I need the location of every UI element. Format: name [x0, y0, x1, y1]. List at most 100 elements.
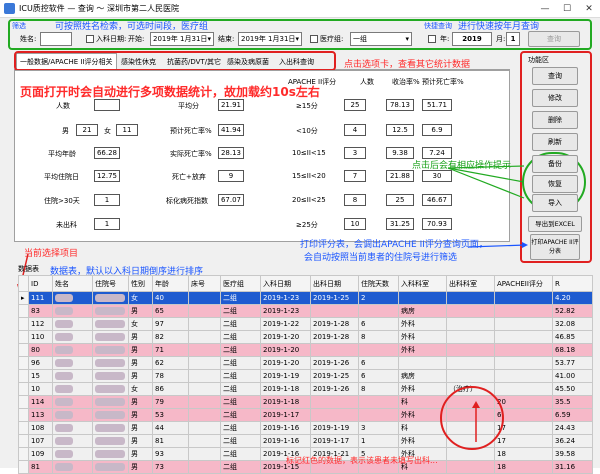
- table-cell: 病房: [398, 369, 447, 383]
- table-cell: [188, 434, 221, 448]
- table-cell: [446, 304, 495, 318]
- column-header[interactable]: 性别: [128, 275, 153, 292]
- column-header[interactable]: R: [552, 275, 593, 292]
- avg-stay-value: 12.75: [94, 170, 120, 182]
- query-button[interactable]: 查询: [532, 67, 578, 85]
- table-cell: [92, 460, 129, 474]
- data-grid[interactable]: ID 姓名 住院号 性别 年龄 床号 医疗组 入科日期 出科日期 住院天数 入科科室 出科科室 APAC…: [18, 275, 593, 474]
- row-header[interactable]: [18, 304, 29, 318]
- table-cell: 3: [358, 421, 399, 435]
- backup-button[interactable]: 备份: [532, 155, 578, 173]
- table-row[interactable]: 107 男 81 二组 2019-1-16 2019-1-17 1 外科 17 36.24: [18, 434, 593, 448]
- row-header[interactable]: [18, 330, 29, 344]
- table-cell: 80: [28, 343, 53, 357]
- med-group-checkbox[interactable]: [310, 35, 318, 43]
- year-checkbox[interactable]: [428, 35, 436, 43]
- year-input[interactable]: 2019: [452, 32, 492, 46]
- table-row[interactable]: 113 男 53 二组 2019-1-17 外科 6 6.59: [18, 408, 593, 422]
- table-cell: 2019-1-25: [310, 369, 359, 383]
- name-input[interactable]: [40, 32, 72, 46]
- column-header[interactable]: 年龄: [152, 275, 189, 292]
- table-row[interactable]: 110 男 82 二组 2019-1-20 2019-1-28 8 外科 46.85: [18, 330, 593, 344]
- table-cell: [188, 421, 221, 435]
- start-date-picker[interactable]: 2019年 1月31日 ▾: [150, 32, 214, 46]
- row-header[interactable]: [18, 408, 29, 422]
- table-row[interactable]: 10 女 86 二组 2019-1-18 2019-1-26 8 外科 （治疗） 45.50: [18, 382, 593, 396]
- column-header[interactable]: 出科科室: [446, 275, 495, 292]
- column-header[interactable]: APACHEII评分: [494, 275, 553, 292]
- apache-row-count: 10: [344, 218, 366, 230]
- import-button[interactable]: 导入: [532, 194, 578, 212]
- table-cell: 2019-1-18: [260, 395, 311, 409]
- column-header[interactable]: 住院号: [92, 275, 129, 292]
- table-cell: [446, 460, 495, 474]
- avg-age-value: 66.28: [94, 147, 120, 159]
- row-selected-indicator[interactable]: ▸: [18, 291, 29, 305]
- export-excel-button[interactable]: 导出到EXCEL: [528, 216, 582, 232]
- row-header[interactable]: [18, 434, 29, 448]
- redacted-blur: [55, 437, 73, 445]
- row-header[interactable]: [18, 395, 29, 409]
- admit-date-checkbox[interactable]: [86, 35, 94, 43]
- apache-row-count: 7: [344, 170, 366, 182]
- table-row[interactable]: 80 男 71 二组 2019-1-20 外科 68.18: [18, 343, 593, 357]
- table-row[interactable]: 114 男 79 二组 2019-1-18 科 20 35.5: [18, 395, 593, 409]
- table-row[interactable]: 83 男 65 二组 2019-1-23 病房 52.82: [18, 304, 593, 318]
- redacted-blur: [95, 424, 125, 432]
- row-header[interactable]: [18, 447, 29, 461]
- table-cell: [188, 330, 221, 344]
- table-row[interactable]: 15 男 78 二组 2019-1-19 2019-1-25 6 病房 41.00: [18, 369, 593, 383]
- apache-header-score: APACHE II评分: [288, 78, 337, 86]
- end-date-picker[interactable]: 2019年 1月31日 ▾: [238, 32, 302, 46]
- column-header[interactable]: 住院天数: [358, 275, 399, 292]
- table-row[interactable]: 96 男 62 二组 2019-1-20 2019-1-26 6 53.77: [18, 356, 593, 370]
- table-cell: [446, 343, 495, 357]
- row-header[interactable]: [18, 369, 29, 383]
- died-label: 未出科: [56, 221, 77, 229]
- table-cell: 79: [152, 395, 189, 409]
- row-header[interactable]: [18, 317, 29, 331]
- row-header[interactable]: [18, 382, 29, 396]
- quick-query-group-label: 快捷查询: [424, 22, 452, 30]
- column-header[interactable]: 入科日期: [260, 275, 311, 292]
- apache-row-rate: 12.5: [386, 124, 414, 136]
- redacted-blur: [55, 294, 73, 302]
- print-apache-button[interactable]: 打印APACHE II评分表: [530, 234, 580, 260]
- table-cell: 112: [28, 317, 53, 331]
- column-header[interactable]: 姓名: [52, 275, 93, 292]
- med-group-select[interactable]: 一组 ▾: [350, 32, 412, 46]
- column-header[interactable]: 出科日期: [310, 275, 359, 292]
- table-cell: 73: [152, 460, 189, 474]
- close-button[interactable]: ✕: [578, 2, 600, 16]
- refresh-button[interactable]: 刷新: [532, 133, 578, 151]
- redacted-blur: [55, 385, 73, 393]
- table-cell: 114: [28, 395, 53, 409]
- row-header[interactable]: [18, 343, 29, 357]
- column-header[interactable]: 床号: [188, 275, 221, 292]
- restore-button[interactable]: 恢复: [532, 175, 578, 193]
- pink-hint-arrow: [472, 401, 480, 442]
- month-value: 1: [510, 35, 516, 43]
- table-cell: 二组: [220, 304, 261, 318]
- table-row[interactable]: 112 女 97 二组 2019-1-22 2019-1-28 6 外科 32.08: [18, 317, 593, 331]
- table-cell: [446, 369, 495, 383]
- minimize-button[interactable]: —: [534, 2, 556, 16]
- table-cell: 2019-1-16: [260, 421, 311, 435]
- quick-query-button[interactable]: 查询: [528, 31, 580, 47]
- row-header[interactable]: [18, 460, 29, 474]
- column-header[interactable]: 医疗组: [220, 275, 261, 292]
- maximize-button[interactable]: ☐: [556, 2, 578, 16]
- column-header[interactable]: 入科科室: [398, 275, 447, 292]
- delete-button[interactable]: 删除: [532, 111, 578, 129]
- row-header[interactable]: [18, 421, 29, 435]
- table-cell: [92, 330, 129, 344]
- table-cell: [310, 408, 359, 422]
- edit-button[interactable]: 修改: [532, 89, 578, 107]
- table-row[interactable]: ▸ 111 女 40 二组 2019-1-23 2019-1-25 2 4.20: [18, 291, 593, 305]
- table-cell: [92, 291, 129, 305]
- table-row[interactable]: 108 男 44 二组 2019-1-16 2019-1-19 3 科 17 24.43: [18, 421, 593, 435]
- row-header[interactable]: [18, 356, 29, 370]
- count-value: [94, 99, 120, 111]
- month-input[interactable]: 1: [506, 32, 520, 46]
- column-header[interactable]: ID: [28, 275, 53, 292]
